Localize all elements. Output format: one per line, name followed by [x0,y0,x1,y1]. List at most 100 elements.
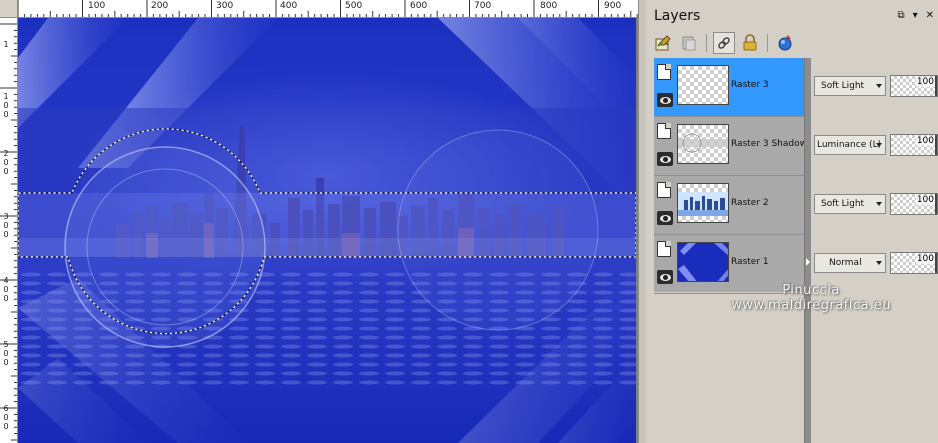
ruler-top-label: 800 [540,1,558,11]
layer-controls [657,182,675,230]
layer-controls [657,64,675,112]
layer-type-icon[interactable] [657,182,671,198]
toolbar-separator [767,34,768,52]
layer-thumbnail [677,183,729,223]
new-raster-layer-button[interactable] [652,32,674,54]
view-all-layers-button[interactable] [774,32,796,54]
city-thumb-art [678,192,728,216]
ruler-top-label: 900 [604,1,622,11]
layer-props-raster-3-shadow: Luminance (L) 100 [812,117,938,176]
ruler-top: 100 200 300 400 500 600 700 800 900 [0,0,640,18]
new-raster-layer-icon [655,35,671,51]
ruler-top-label: 100 [88,1,106,11]
ruler-left-label: 100 [3,92,9,119]
blend-mode-value: Luminance (L) [817,140,882,150]
layer-list-splitter[interactable] [804,58,811,443]
opacity-value: 100 [915,136,935,146]
layer-name: Raster 1 [731,257,769,267]
close-icon[interactable]: ✕ [926,10,934,21]
canvas-frame [18,18,638,443]
link-layers-button[interactable] [713,32,735,54]
ruler-corner [0,0,18,18]
chevron-down-icon [876,143,882,147]
pin-icon[interactable]: ⧉ [897,10,904,21]
layer-type-icon[interactable] [657,123,671,139]
chevron-down-icon [876,202,882,206]
layer-name: Raster 3 [731,80,769,90]
opacity-fill [935,135,937,155]
layer-name: Raster 3 Shadow [731,139,807,149]
blend-mode-dropdown[interactable]: Soft Light [814,76,886,96]
blend-mode-value: Normal [829,258,862,268]
opacity-fill [935,194,937,214]
ruler-top-label: 600 [410,1,428,11]
toolbar-separator [706,34,707,52]
layer-name: Raster 2 [731,198,769,208]
ruler-top-label: 400 [280,1,298,11]
opacity-fill [935,253,937,273]
view-all-layers-icon [778,35,792,51]
visibility-eye-icon[interactable] [657,211,673,225]
layer-thumbnail [677,65,729,105]
ruler-left-label: 200 [3,149,9,176]
expand-arrow-icon[interactable] [806,258,810,266]
ruler-top-label: 300 [216,1,234,11]
visibility-eye-icon[interactable] [657,93,673,107]
chevron-down-icon [876,261,882,265]
opacity-slider[interactable]: 100 [890,252,938,274]
watermark-author: Pinuccia [782,283,840,298]
canvas-image [18,18,636,443]
layer-thumbnail [677,242,729,282]
layer-list: Raster 3 Raster 3 Shadow Raster 2 Raster… [654,58,807,294]
blend-mode-dropdown[interactable]: Luminance (L) [814,135,886,155]
blend-mode-dropdown[interactable]: Normal [814,253,886,273]
opacity-fill [935,76,937,96]
visibility-eye-icon[interactable] [657,270,673,284]
layer-controls [657,123,675,171]
lock-transparency-icon [743,34,757,51]
link-layers-icon [718,37,730,49]
layer-thumbnail [677,124,729,164]
ruler-left-label: 300 [3,212,9,239]
layer-type-icon[interactable] [657,241,671,257]
opacity-slider[interactable]: 100 [890,134,938,156]
chevron-down-icon [876,84,882,88]
opacity-slider[interactable]: 100 [890,75,938,97]
blend-mode-value: Soft Light [821,81,865,91]
ruler-top-label: 200 [151,1,169,11]
lock-transparency-button[interactable] [739,32,761,54]
new-mask-layer-button[interactable] [678,32,700,54]
menu-arrow-icon[interactable]: ▾ [913,10,918,21]
opacity-value: 100 [915,195,935,205]
palette-title: Layers [654,8,701,24]
watermark-url: www.maldiregrafica.eu [731,298,891,313]
visibility-eye-icon[interactable] [657,152,673,166]
layer-row-raster-2[interactable]: Raster 2 [654,176,804,235]
opacity-value: 100 [915,254,935,264]
ruler-top-label: 700 [474,1,492,11]
new-mask-layer-icon [682,36,696,51]
blend-mode-value: Soft Light [821,199,865,209]
layer-type-icon[interactable] [657,64,671,80]
layers-palette: Layers ⧉ ▾ ✕ Raster 3 Raster 3 Shadow Ra… [646,0,938,443]
psp-window: 100 200 300 400 500 600 700 800 900 1 10… [0,0,938,443]
layer-row-raster-3-shadow[interactable]: Raster 3 Shadow [654,117,807,176]
layer-controls [657,241,675,289]
ruler-top-label: 500 [345,1,363,11]
blend-mode-dropdown[interactable]: Soft Light [814,194,886,214]
ruler-left-label: 600 [3,404,9,431]
background-thumb-art [678,243,728,281]
ruler-left: 1 100 200 300 400 500 600 [0,18,18,443]
image-canvas[interactable] [18,18,636,443]
shadow-thumb-art [678,133,728,153]
watermark: Pinuccia www.maldiregrafica.eu [686,283,936,313]
ruler-left-label: 400 [3,276,9,303]
opacity-value: 100 [915,77,935,87]
ruler-left-label: 1 [3,40,9,49]
layer-row-raster-3[interactable]: Raster 3 [654,58,804,117]
ruler-left-label: 500 [3,340,9,367]
opacity-slider[interactable]: 100 [890,193,938,215]
canvas-scroll-gutter[interactable] [638,0,646,443]
layer-properties-column: Soft Light 100 Luminance (L) 100 Soft Li… [812,58,938,443]
layer-props-raster-3: Soft Light 100 [812,58,938,117]
